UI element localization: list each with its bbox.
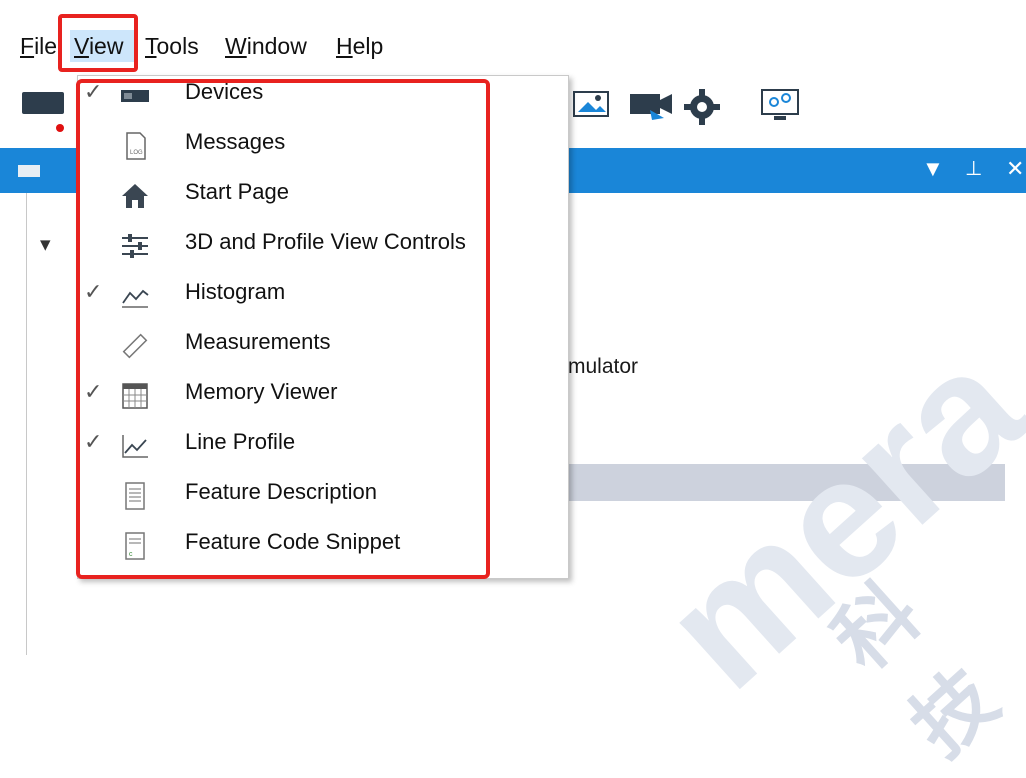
panel-close-icon[interactable]: ✕ (1006, 156, 1024, 182)
tree-row-camera-simulator[interactable]: mulator (568, 355, 638, 379)
device-icon (18, 165, 40, 177)
panel-pin-icon[interactable]: ⊥ (965, 156, 982, 181)
menu-bar: File View Tools Window Help (0, 0, 1026, 74)
menu-file[interactable]: File (20, 30, 57, 62)
tree-expand-icon[interactable]: ▾ (40, 232, 51, 257)
menu-help[interactable]: Help (336, 30, 383, 62)
menu-items-annotation-box (76, 79, 490, 579)
camera-icon[interactable] (628, 88, 676, 122)
device-toolbar-icon[interactable] (22, 92, 64, 114)
image-icon[interactable] (572, 88, 612, 120)
view-menu-annotation-box (58, 14, 138, 72)
menu-tools[interactable]: Tools (145, 30, 199, 62)
gear-icon[interactable] (683, 88, 721, 126)
monitor-settings-icon[interactable] (760, 86, 800, 124)
menu-window[interactable]: Window (225, 30, 307, 62)
status-dot-icon (56, 124, 64, 132)
panel-dropdown-icon[interactable]: ▼ (922, 156, 944, 182)
